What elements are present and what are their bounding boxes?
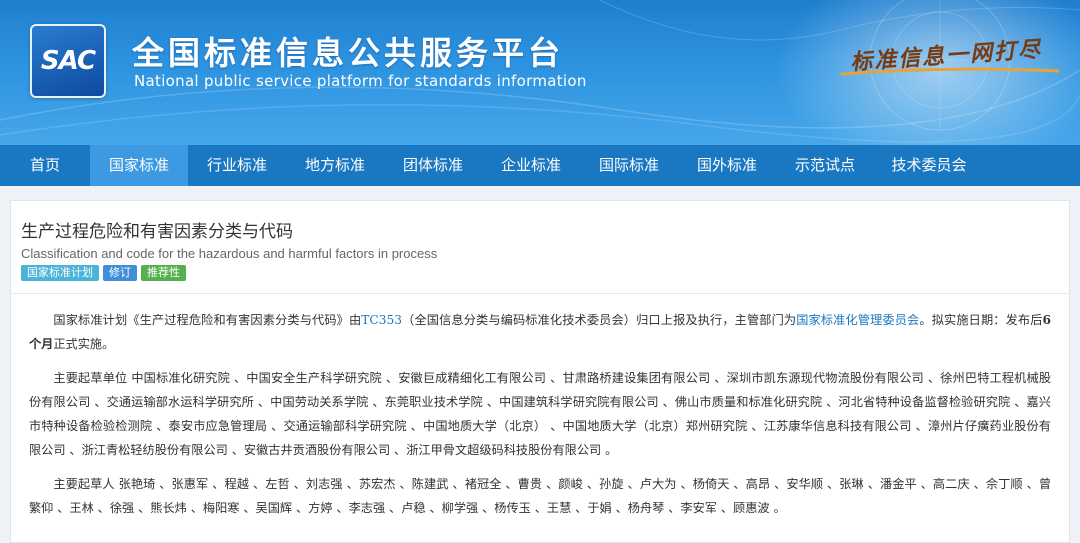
tc-link[interactable]: TC353 — [361, 313, 402, 327]
badge-recommend: 推荐性 — [141, 265, 186, 281]
site-banner: SAC 全国标准信息公共服务平台 National public service… — [0, 0, 1080, 145]
nav-item-foreign[interactable]: 国外标准 — [678, 145, 776, 186]
sac-logo[interactable]: SAC — [30, 24, 106, 98]
logo-text: SAC — [40, 46, 96, 76]
nav-item-pilot[interactable]: 示范试点 — [776, 145, 874, 186]
standard-detail-panel: 生产过程危险和有害因素分类与代码 Classification and code… — [10, 200, 1070, 543]
standard-title-en: Classification and code for the hazardou… — [21, 246, 438, 261]
nav-item-international[interactable]: 国际标准 — [580, 145, 678, 186]
main-nav: 首页 国家标准 行业标准 地方标准 团体标准 企业标准 国际标准 国外标准 示范… — [0, 145, 1080, 186]
plan-description: 国家标准计划《生产过程危险和有害因素分类与代码》由TC353（全国信息分类与编码… — [29, 308, 1051, 356]
drafters-list: 张艳琦 、张惠军 、程越 、左哲 、刘志强 、苏宏杰 、陈建武 、褚冠全 、曹贵… — [29, 477, 1052, 515]
desc-text-2: （全国信息分类与编码标准化技术委员会）归口上报及执行，主管部门为 — [402, 313, 797, 327]
site-subtitle: National public service platform for sta… — [134, 72, 587, 90]
nav-item-committee[interactable]: 技术委员会 — [874, 145, 984, 186]
desc-text-4: 正式实施。 — [53, 337, 115, 351]
standard-body: 国家标准计划《生产过程危险和有害因素分类与代码》由TC353（全国信息分类与编码… — [11, 294, 1069, 520]
badge-plan: 国家标准计划 — [21, 265, 99, 281]
drafters-label: 主要起草人 — [53, 477, 115, 491]
standard-title-cn: 生产过程危险和有害因素分类与代码 — [21, 222, 293, 242]
nav-item-home[interactable]: 首页 — [0, 145, 90, 186]
drafting-units-label: 主要起草单位 — [53, 371, 128, 385]
standard-header: 生产过程危险和有害因素分类与代码 Classification and code… — [11, 201, 1069, 294]
badge-revise: 修订 — [103, 265, 137, 281]
nav-item-national[interactable]: 国家标准 — [90, 145, 188, 186]
nav-item-local[interactable]: 地方标准 — [286, 145, 384, 186]
standard-badges: 国家标准计划 修订 推荐性 — [21, 265, 1059, 281]
dept-link[interactable]: 国家标准化管理委员会 — [796, 313, 919, 327]
desc-text-3: 。拟实施日期：发布后 — [919, 313, 1043, 327]
drafting-units-list: 中国标准化研究院 、中国安全生产科学研究院 、安徽巨成精细化工有限公司 、甘肃路… — [29, 371, 1052, 457]
nav-item-group[interactable]: 团体标准 — [384, 145, 482, 186]
desc-text-1: 国家标准计划《生产过程危险和有害因素分类与代码》由 — [53, 313, 362, 327]
nav-item-industry[interactable]: 行业标准 — [188, 145, 286, 186]
nav-item-enterprise[interactable]: 企业标准 — [482, 145, 580, 186]
site-title: 全国标准信息公共服务平台 — [132, 34, 565, 72]
slogan-swoosh-icon — [840, 67, 1060, 76]
drafting-units: 主要起草单位 中国标准化研究院 、中国安全生产科学研究院 、安徽巨成精细化工有限… — [29, 366, 1051, 462]
drafters: 主要起草人 张艳琦 、张惠军 、程越 、左哲 、刘志强 、苏宏杰 、陈建武 、褚… — [29, 472, 1051, 520]
